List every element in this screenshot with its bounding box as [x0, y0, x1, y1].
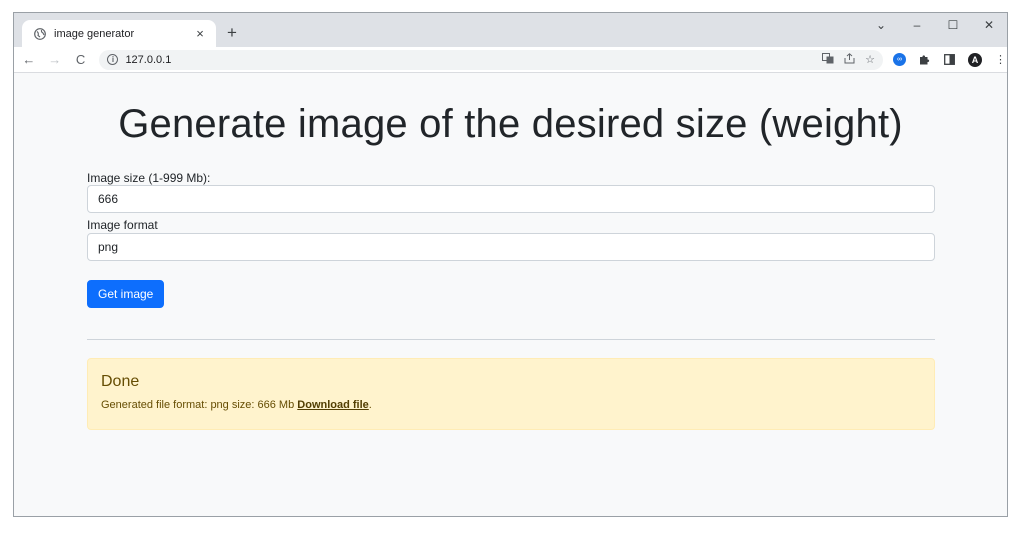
menu-kebab-icon[interactable]: ⋮	[994, 53, 1007, 66]
window-controls: ⌄ – ☐ ✕	[863, 13, 1007, 37]
browser-window: image generator × + ⌄ – ☐ ✕ ← → C i 127.…	[13, 12, 1008, 517]
back-button[interactable]: ←	[18, 49, 40, 71]
success-alert: Done Generated file format: png size: 66…	[87, 358, 935, 430]
address-bar[interactable]: i 127.0.0.1 ☆	[99, 49, 883, 70]
url-text: 127.0.0.1	[125, 53, 172, 66]
bookmark-star-icon[interactable]: ☆	[865, 53, 875, 67]
forward-button[interactable]: →	[44, 49, 66, 71]
tab-search-icon[interactable]: ⌄	[863, 13, 899, 37]
maximize-button[interactable]: ☐	[935, 13, 971, 37]
tab-close-icon[interactable]: ×	[192, 26, 208, 41]
image-size-input[interactable]	[87, 185, 935, 213]
side-panel-icon[interactable]	[943, 53, 956, 66]
globe-icon	[34, 27, 46, 40]
alert-text-line: Generated file format: png size: 666 Mb …	[101, 399, 921, 411]
tab-strip: image generator × + ⌄ – ☐ ✕	[14, 13, 1007, 47]
extension-infinity-icon[interactable]: ∞	[892, 53, 906, 66]
extensions-puzzle-icon[interactable]	[918, 53, 931, 66]
alert-suffix: .	[368, 399, 372, 411]
close-window-button[interactable]: ✕	[971, 13, 1007, 37]
page-title: Generate image of the desired size (weig…	[118, 102, 903, 146]
info-icon[interactable]: i	[107, 54, 119, 65]
translate-icon[interactable]	[822, 52, 834, 67]
image-format-input[interactable]	[87, 233, 935, 261]
new-tab-button[interactable]: +	[222, 23, 242, 43]
profile-avatar[interactable]: A	[967, 52, 982, 67]
alert-heading: Done	[101, 373, 140, 390]
image-format-label: Image format	[87, 218, 158, 232]
download-file-link[interactable]: Download file	[297, 399, 369, 411]
alert-text: Generated file format: png size: 666 Mb	[101, 399, 295, 411]
image-size-label: Image size (1-999 Mb):	[87, 171, 211, 185]
browser-tab[interactable]: image generator ×	[22, 20, 216, 47]
minimize-button[interactable]: –	[899, 13, 935, 37]
divider	[87, 339, 935, 340]
tab-title: image generator	[54, 27, 135, 40]
reload-button[interactable]: C	[70, 49, 92, 71]
browser-toolbar: ← → C i 127.0.0.1 ☆ ∞ A ⋮	[14, 47, 1007, 73]
page-content: Generate image of the desired size (weig…	[14, 74, 1007, 516]
share-icon[interactable]	[844, 52, 855, 67]
get-image-button[interactable]: Get image	[87, 280, 165, 308]
